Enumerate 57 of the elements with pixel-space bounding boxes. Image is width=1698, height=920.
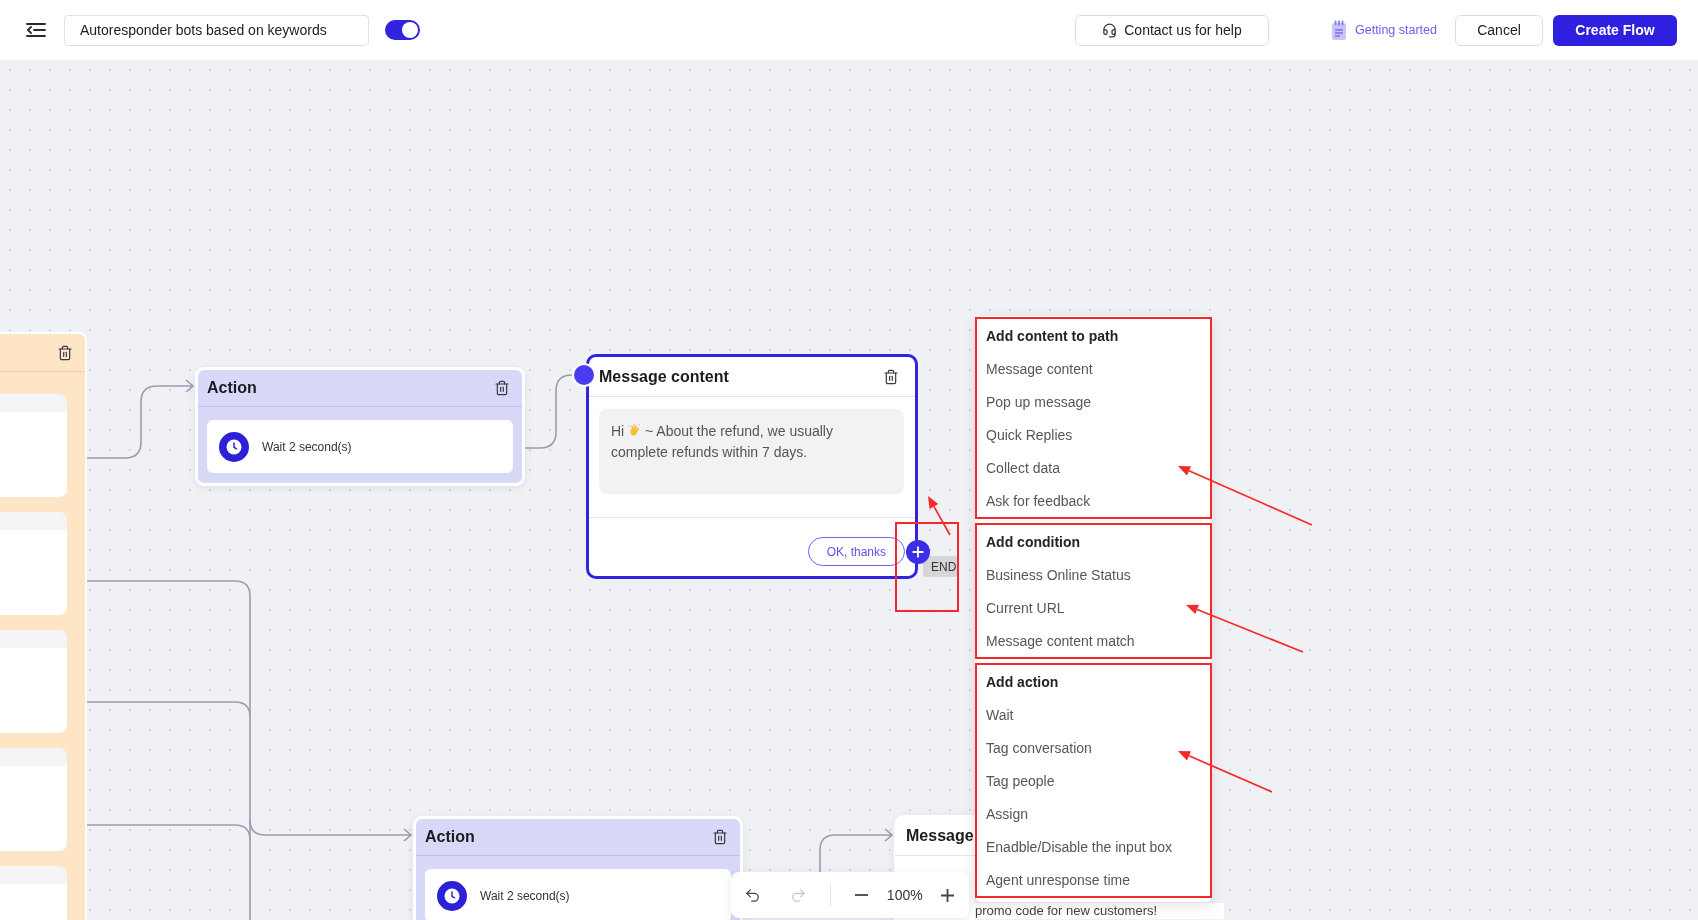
undo-icon [744,886,762,904]
menu-item[interactable]: Pop up message [975,385,1212,418]
menu-item[interactable]: Current URL [975,591,1212,624]
delete-button[interactable] [712,828,728,846]
menu-item[interactable]: Collect data [975,451,1212,484]
end-tag: END [923,556,958,577]
zoom-level: 100% [886,887,923,903]
step-card[interactable]: Wait 2 second(s) [425,869,731,920]
menu-item[interactable]: Assign [975,797,1212,830]
menu-item[interactable]: Message content match [975,624,1212,657]
trash-icon [883,368,899,385]
clock-icon [219,431,249,462]
create-flow-button[interactable]: Create Flow [1553,14,1677,46]
redo-icon [790,886,808,904]
delete-button[interactable] [57,343,73,362]
plus-icon [912,546,924,558]
headset-icon [1102,22,1118,38]
menu-item[interactable]: Business Online Status [975,558,1212,591]
menu-item[interactable]: Tag conversation [975,731,1212,764]
trash-icon [712,829,728,845]
message-text: Hi ~ About the refund, we usually complete refunds within 7 days. [611,422,834,462]
node-title: Action [425,828,475,846]
handle-dot[interactable] [572,363,596,387]
getting-started-link[interactable]: Getting started [1331,20,1437,40]
menu-button[interactable] [26,22,46,38]
menu-item[interactable]: Quick Replies [975,418,1212,451]
clock-icon [437,880,467,911]
menu-item[interactable]: Wait [975,698,1212,731]
waving-hand-icon [628,423,642,438]
message-text: promo code for new customers! [975,903,1224,919]
menu-icon [26,22,46,38]
menu-item[interactable]: Enadble/Disable the input box [975,830,1212,863]
menu-item[interactable]: Agent unresponse time [975,863,1212,896]
cancel-button[interactable]: Cancel [1455,14,1543,46]
delete-button[interactable] [494,379,510,397]
step-text: Wait 2 second(s) [262,439,352,454]
menu-section-title: Add content to path [985,326,1120,346]
notepad-icon [1331,20,1347,40]
menu-section-title: Add action [985,672,1060,692]
help-button[interactable]: Contact us for help [1075,14,1269,46]
step-text: Wait 2 second(s) [480,888,570,903]
node-title: Message [906,826,974,845]
delete-button[interactable] [883,367,899,386]
menu-item[interactable]: Ask for feedback [975,484,1212,517]
flow-name-field[interactable]: Autoresponder bots based on keywords [64,14,369,46]
plus-icon [940,888,954,902]
step-card[interactable]: Wait 2 second(s) [207,420,513,473]
quick-reply-button[interactable]: OK, thanks [807,537,905,566]
flow-toggle[interactable] [385,20,420,40]
menu-item[interactable]: Tag people [975,764,1212,797]
menu-item[interactable]: Message content [975,352,1212,385]
node-title: Message content [599,367,729,386]
node-title: Action [207,379,257,397]
trash-icon [57,344,73,361]
menu-section-title: Add condition [985,532,1082,552]
minus-icon [854,894,868,896]
trash-icon [494,380,510,396]
